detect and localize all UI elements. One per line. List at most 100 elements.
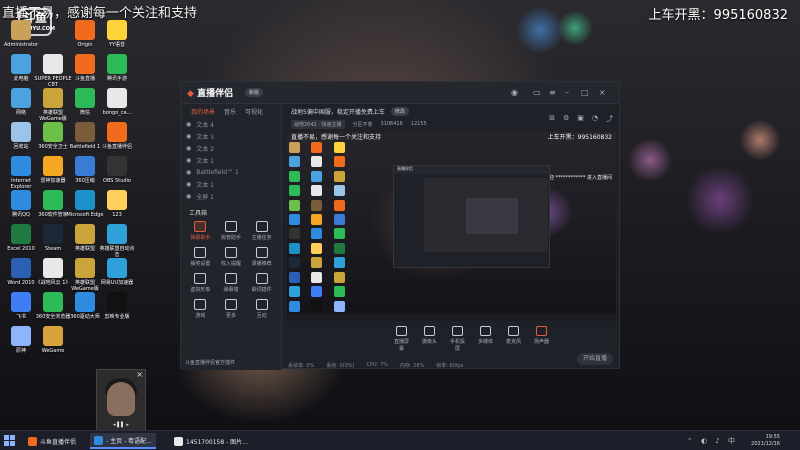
tool-button[interactable]: 录播推荐: [246, 247, 277, 267]
preview-welcome: 欢迎 ************ 进入直播间: [543, 175, 612, 181]
app-icon: [75, 224, 95, 244]
settings-icon[interactable]: ⚙: [563, 114, 569, 124]
minimize-icon[interactable]: –: [565, 88, 569, 97]
source-control[interactable]: 麦克风: [505, 326, 523, 345]
tool-button[interactable]: 歌词插件: [246, 273, 277, 293]
tool-label: 弹幕助手: [190, 235, 211, 241]
webcam-preview[interactable]: × ◂ ▌▌ ▸: [96, 369, 146, 431]
tool-label: 房管助手: [220, 235, 241, 241]
preview-icon: [311, 286, 323, 298]
source-control[interactable]: 扬声器: [533, 326, 551, 345]
tool-button[interactable]: 互动: [246, 299, 277, 319]
scene-label: 文本 1: [196, 157, 214, 165]
webcam-controls[interactable]: ◂ ▌▌ ▸: [97, 422, 145, 428]
app-title-bar: ◆ 直播伴侣 新版 ◉ ▭ ≡ – □ ×: [181, 82, 619, 104]
scene-label: 文本 1: [196, 181, 214, 189]
tray-icons[interactable]: ⌃ ◐ ♪ 中: [687, 436, 738, 446]
avatar[interactable]: ◉: [511, 88, 518, 97]
category-chip[interactable]: 战地2042 · 快速主播: [291, 119, 345, 129]
menu-icon[interactable]: ≡: [549, 88, 556, 97]
tab-visual[interactable]: 可视化: [245, 107, 263, 116]
tool-button[interactable]: 虚拟形象: [185, 273, 216, 293]
preview-icon: [311, 142, 323, 153]
webcam-close-icon[interactable]: ×: [136, 370, 143, 379]
desktop-icon[interactable]: WeGame: [34, 326, 72, 354]
scene-item[interactable]: ◉ 全屏 1: [181, 190, 281, 202]
stream-preview[interactable]: 直播不易，感谢每一个关注和支持 上车开黑：995160832 欢迎 ******…: [287, 132, 616, 321]
scene-item[interactable]: ◉ 文本 4: [181, 118, 281, 130]
eye-icon[interactable]: ◉: [186, 157, 191, 164]
source-label: 麦克风: [505, 339, 521, 345]
preview-icon: [333, 214, 345, 226]
app-logo: ◆ 直播伴侣: [187, 89, 234, 99]
bell-icon[interactable]: ◔: [592, 114, 598, 124]
tool-label: 抽奖设置: [190, 261, 211, 267]
source-control[interactable]: 摄像头: [421, 326, 439, 345]
taskbar-item[interactable]: 1451700158 - 图片...: [170, 433, 252, 449]
app-icon: [43, 326, 63, 346]
taskbar: 斗鱼直播伴侣 - 主页 - 粤语配... 1451700158 - 图片... ⌃ …: [0, 430, 800, 450]
desktop-icon[interactable]: 网易UU加速器: [98, 258, 136, 286]
scene-label: 全屏 1: [196, 193, 214, 201]
tool-button[interactable]: 游戏: [185, 299, 216, 319]
viewer-count: 12155: [410, 121, 427, 127]
version-badge[interactable]: 新版: [245, 88, 264, 97]
scene-item[interactable]: ◉ 文本 2: [181, 142, 281, 154]
eye-icon[interactable]: ◉: [186, 121, 191, 128]
desktop-icon[interactable]: OBS Studio: [98, 156, 136, 184]
desktop-icon-label: WeGame: [41, 348, 65, 354]
desktop-icon[interactable]: 英雄联盟自动点击: [98, 224, 136, 258]
close-icon[interactable]: ×: [599, 88, 606, 97]
source-control[interactable]: 手机投屏: [449, 326, 467, 352]
tool-button[interactable]: 房管助手: [216, 221, 247, 241]
desktop-icon[interactable]: bongo_ca...: [98, 88, 136, 116]
preview-icon: [289, 257, 300, 269]
preview-icon: [333, 156, 345, 168]
nested-title: 直播伴侣: [394, 166, 549, 174]
tab-music[interactable]: 音乐: [224, 107, 236, 116]
tool-button[interactable]: 主播任务: [246, 221, 277, 241]
message-icon[interactable]: ▭: [533, 88, 541, 97]
maximize-icon[interactable]: □: [581, 88, 589, 97]
desktop-icon[interactable]: 剪映专业版: [98, 292, 136, 320]
eye-icon[interactable]: ◉: [186, 133, 191, 140]
source-control[interactable]: 直播屏幕: [393, 326, 411, 352]
eye-icon[interactable]: ◉: [186, 193, 191, 200]
lock-icon[interactable]: ▣: [577, 114, 584, 124]
scene-item[interactable]: ◉ 文本 1: [181, 178, 281, 190]
desktop-icon[interactable]: Administrator: [2, 20, 40, 48]
scene-item[interactable]: ◉ 文本 3: [181, 130, 281, 142]
scene-item[interactable]: ◉ Battlefield™ 1: [181, 166, 281, 178]
save-icon[interactable]: ⊞: [549, 114, 555, 124]
tab-scenes[interactable]: 我的场景: [191, 107, 215, 116]
desktop-icon[interactable]: 腾讯手游: [98, 54, 136, 82]
tool-icon: [194, 273, 207, 284]
eye-icon[interactable]: ◉: [186, 169, 191, 176]
scene-item[interactable]: ◉ 文本 1: [181, 154, 281, 166]
announcement-edit-button[interactable]: 修改: [390, 106, 409, 116]
desktop-icon[interactable]: 123: [98, 190, 136, 218]
eye-icon[interactable]: ◉: [186, 145, 191, 152]
desktop-icon[interactable]: 斗鱼直播伴侣: [98, 122, 136, 150]
share-icon[interactable]: ⤴: [606, 114, 613, 124]
taskbar-item[interactable]: - 主页 - 粤语配...: [90, 433, 156, 449]
taskbar-item[interactable]: 斗鱼直播伴侣: [24, 433, 80, 449]
nested-preview: [424, 178, 548, 252]
tool-button[interactable]: 收入提醒: [216, 247, 247, 267]
tool-button[interactable]: 弹幕助手: [185, 221, 216, 241]
tool-button[interactable]: 弹幕墙: [216, 273, 247, 293]
app-icon: [43, 224, 63, 244]
preview-icon: [333, 185, 345, 197]
clock[interactable]: 19:55 2021/12/16: [751, 434, 780, 448]
tool-button[interactable]: 更多: [216, 299, 247, 319]
tool-icon: [255, 247, 268, 258]
desktop-icon-label: 123: [112, 212, 122, 218]
desktop-icon[interactable]: YY语音: [98, 20, 136, 48]
windows-start-icon[interactable]: [4, 435, 15, 446]
left-panel: 我的场景 音乐 可视化 ◉ 文本 4 ◉ 文本 3 ◉ 文本 2 ◉ 文本 1 ◉ Battlef…: [181, 104, 282, 370]
tool-button[interactable]: 抽奖设置: [185, 247, 216, 267]
source-control[interactable]: 多媒体: [477, 326, 495, 345]
preview-desktop-icons: [289, 142, 353, 312]
eye-icon[interactable]: ◉: [186, 181, 191, 188]
plugin-link[interactable]: 斗鱼直播伴侣官方插件: [185, 359, 235, 366]
